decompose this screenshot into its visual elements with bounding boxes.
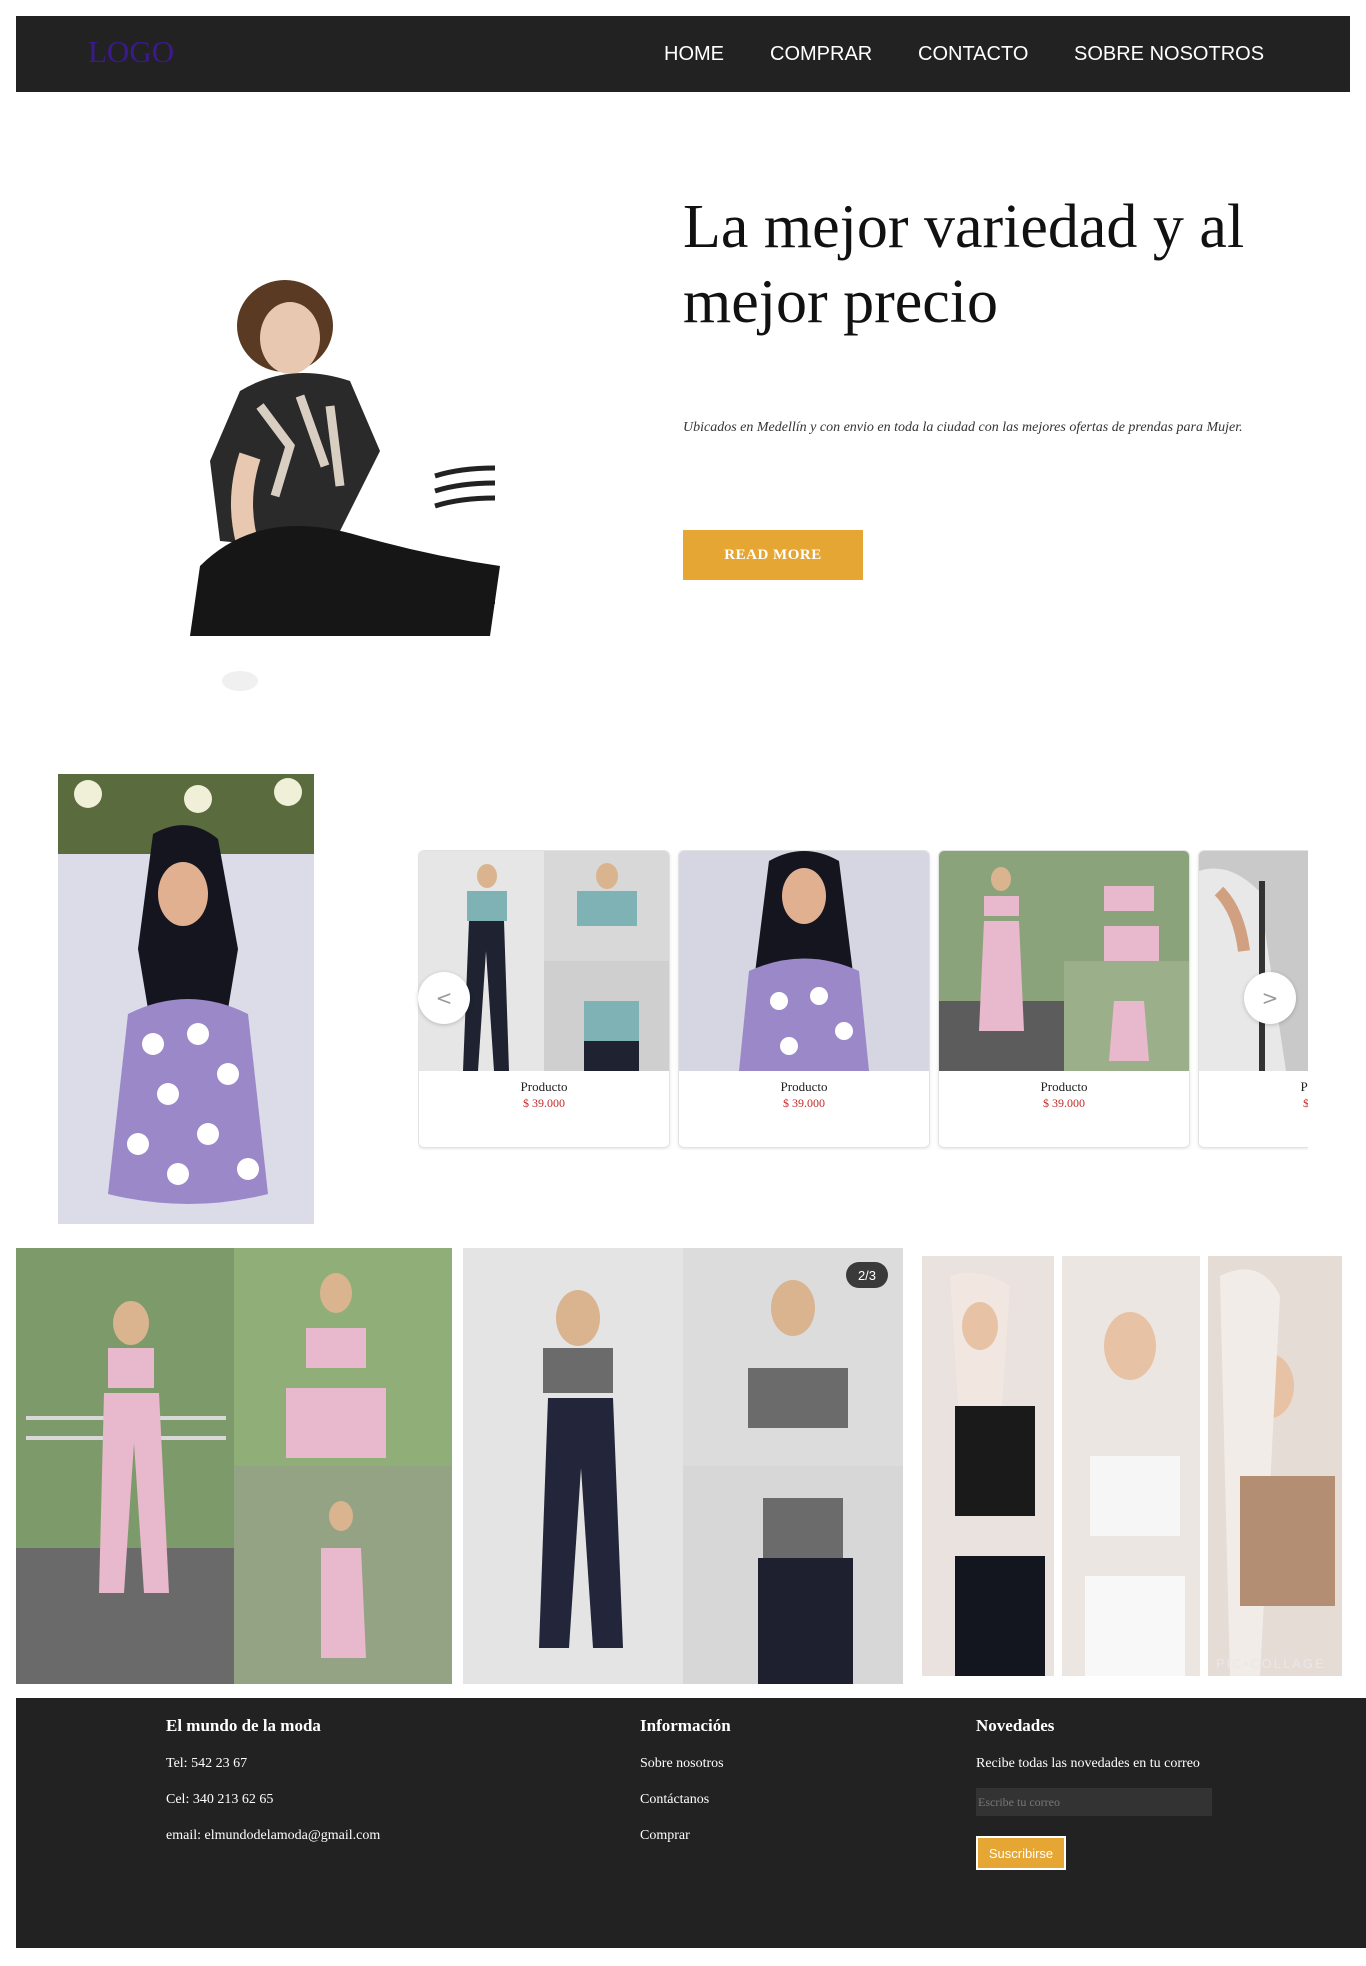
gallery-image-leather-set[interactable] — [463, 1248, 903, 1684]
read-more-button[interactable]: READ MORE — [683, 530, 863, 580]
hero-model-image — [180, 276, 520, 696]
product-card[interactable]: Producto $ 39.000 — [938, 850, 1190, 1148]
hero-title: La mejor variedad y al mejor precio — [683, 193, 1245, 336]
gallery-counter-badge: 2/3 — [846, 1262, 888, 1288]
product-name: Producto — [1300, 1079, 1308, 1094]
footer-link-sobre-nosotros[interactable]: Sobre nosotros — [640, 1756, 731, 1772]
footer-brand-column: El mundo de la moda Tel: 542 23 67 Cel: … — [166, 1716, 380, 1864]
gallery-image-pink-set[interactable] — [16, 1248, 452, 1684]
site-logo[interactable]: LOGO — [88, 34, 174, 70]
product-price: $ 39.000 — [523, 1096, 565, 1108]
footer-tel: Tel: 542 23 67 — [166, 1756, 248, 1771]
footer-link-contactanos[interactable]: Contáctanos — [640, 1792, 731, 1808]
navbar: LOGO HOME COMPRAR CONTACTO SOBRE NOSOTRO… — [16, 16, 1350, 92]
footer-cel: Cel: 340 213 62 65 — [166, 1792, 274, 1807]
footer-info-column: Información Sobre nosotros Contáctanos C… — [640, 1716, 731, 1864]
hero-subtitle: Ubicados en Medellín y con envio en toda… — [683, 420, 1243, 435]
footer: El mundo de la moda Tel: 542 23 67 Cel: … — [16, 1698, 1366, 1948]
footer-news-text: Recibe todas las novedades en tu correo — [976, 1756, 1200, 1771]
carousel-prev-button[interactable]: < — [418, 972, 470, 1024]
nav-home[interactable]: HOME — [664, 43, 724, 66]
footer-brand-title: El mundo de la moda — [166, 1716, 321, 1735]
footer-link-comprar[interactable]: Comprar — [640, 1828, 731, 1844]
footer-news-column: Novedades Recibe todas las novedades en … — [976, 1716, 1212, 1870]
gallery-image-crop-tops[interactable] — [920, 1256, 1342, 1676]
footer-news-title: Novedades — [976, 1716, 1055, 1735]
newsletter-email-input[interactable] — [976, 1788, 1212, 1816]
product-name: Producto — [520, 1079, 568, 1094]
product-image — [679, 851, 929, 1071]
nav-sobre-nosotros[interactable]: SOBRE NOSOTROS — [1074, 43, 1264, 66]
product-price: $ 39.000 — [1199, 1096, 1308, 1108]
footer-info-title: Información — [640, 1716, 731, 1735]
carousel-next-button[interactable]: > — [1244, 972, 1296, 1024]
subscribe-button[interactable]: Suscribirse — [976, 1836, 1066, 1870]
product-price: $ 39.000 — [783, 1096, 825, 1108]
product-price: $ 39.000 — [1043, 1096, 1085, 1108]
featured-product-image[interactable] — [58, 774, 314, 1224]
nav-contacto[interactable]: CONTACTO — [918, 43, 1028, 66]
product-name: Producto — [1040, 1079, 1088, 1094]
nav-comprar[interactable]: COMPRAR — [770, 43, 872, 66]
product-image — [939, 851, 1189, 1071]
footer-email: email: elmundodelamoda@gmail.com — [166, 1828, 381, 1843]
product-name: Producto — [780, 1079, 828, 1094]
pic-collage-watermark: PIC•COLLAGE — [1216, 1656, 1326, 1671]
product-image — [419, 851, 669, 1071]
product-carousel: Producto $ 39.000 Producto $ 39.000 Prod… — [418, 850, 1308, 1150]
product-image — [1199, 851, 1308, 1091]
product-card[interactable]: Producto $ 39.000 — [678, 850, 930, 1148]
